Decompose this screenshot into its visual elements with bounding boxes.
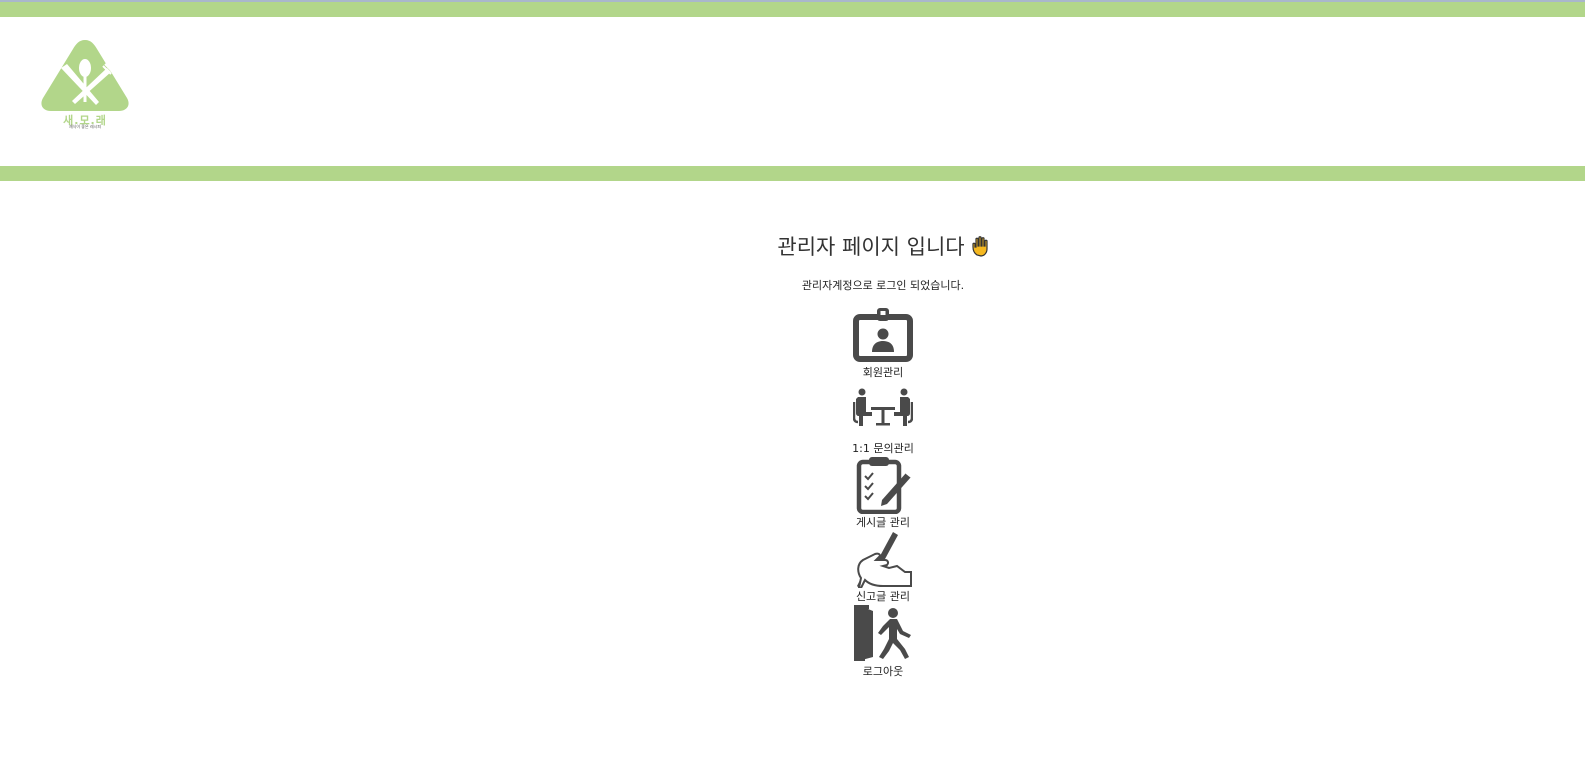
clipboard-checklist-icon — [856, 457, 912, 514]
nav-accent-bar — [0, 166, 1585, 181]
inquiry-management-button[interactable]: 1:1 문의관리 — [843, 388, 923, 458]
report-management-button[interactable]: 신고글 관리 — [843, 530, 923, 603]
site-logo[interactable]: 새.모.래 채식이 좋은 레시피 — [39, 38, 131, 130]
exit-door-icon — [854, 605, 911, 661]
logout-button[interactable]: 로그아웃 — [843, 605, 923, 678]
raised-hand-icon — [971, 235, 991, 257]
admin-main: 관리자 페이지 입니다 관리자계정으로 로그인 되었습니다. 회원관리 1:1 … — [0, 181, 1585, 766]
member-management-button[interactable]: 회원관리 — [843, 306, 923, 379]
login-status-text: 관리자계정으로 로그인 되었습니다. — [801, 279, 965, 292]
fork-spoon-knife-logo-icon — [41, 40, 129, 111]
id-badge-icon — [853, 308, 913, 362]
top-accent-bar — [0, 2, 1585, 17]
page-title-text: 관리자 페이지 입니다 — [777, 235, 965, 259]
hand-writing-icon — [857, 532, 912, 588]
post-management-label: 게시글 관리 — [855, 516, 911, 529]
logo-tagline: 채식이 좋은 레시피 — [69, 124, 101, 129]
post-management-button[interactable]: 게시글 관리 — [843, 456, 923, 529]
consultation-meeting-icon — [853, 388, 913, 426]
member-management-label: 회원관리 — [862, 366, 904, 379]
header: 새.모.래 채식이 좋은 레시피 — [0, 17, 1585, 166]
page-title: 관리자 페이지 입니다 — [0, 231, 1585, 261]
logout-label: 로그아웃 — [862, 665, 904, 678]
inquiry-management-label: 1:1 문의관리 — [852, 442, 914, 455]
report-management-label: 신고글 관리 — [855, 590, 911, 603]
